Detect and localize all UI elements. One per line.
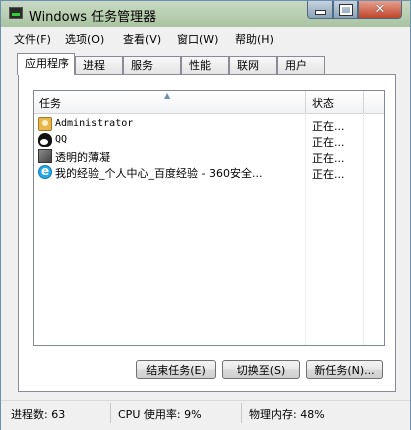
applications-panel: ▲ 任务 状态 Administrator 正在... QQ 正在... 透明的… (18, 74, 396, 392)
column-divider[interactable] (363, 91, 364, 113)
new-task-button[interactable]: 新任务(N)... (306, 360, 383, 379)
maximize-button[interactable] (333, 1, 358, 19)
list-header: ▲ 任务 状态 (34, 91, 384, 114)
tab-users[interactable]: 用户 (277, 56, 325, 74)
tab-services[interactable]: 服务 (123, 56, 181, 74)
user-folder-icon (38, 117, 52, 131)
task-status: 正在... (312, 168, 345, 181)
column-header-status[interactable]: 状态 (312, 95, 334, 111)
task-manager-icon (9, 7, 23, 19)
status-divider (110, 403, 111, 423)
task-name: Administrator (55, 118, 134, 129)
menu-bar: 文件(F) 选项(O) 查看(V) 窗口(W) 帮助(H) (2, 28, 407, 48)
window-title: Windows 任务管理器 (29, 10, 157, 25)
tab-strip: 应用程序 进程 服务 性能 联网 用户 (1, 53, 410, 75)
task-name: 我的经验_个人中心_百度经验 - 360安全... (55, 167, 263, 180)
table-row[interactable]: 透明的薄凝 正在... (34, 148, 384, 165)
menu-options[interactable]: 选项(O) (65, 31, 104, 47)
tab-performance[interactable]: 性能 (181, 56, 229, 74)
task-manager-window: Windows 任务管理器 ✕ 文件(F) 选项(O) 查看(V) 窗口(W) … (0, 0, 411, 430)
maximize-icon (338, 3, 353, 16)
sort-ascending-icon: ▲ (164, 91, 171, 100)
table-row[interactable]: 我的经验_个人中心_百度经验 - 360安全... 正在... (34, 164, 384, 181)
tab-processes[interactable]: 进程 (75, 56, 123, 74)
photo-icon (38, 149, 52, 163)
minimize-button[interactable] (307, 1, 333, 19)
table-row[interactable]: Administrator 正在... (34, 116, 384, 133)
title-bar[interactable]: Windows 任务管理器 ✕ (1, 1, 410, 27)
close-button[interactable]: ✕ (358, 1, 402, 19)
tab-networking[interactable]: 联网 (229, 56, 277, 74)
browser-icon (38, 164, 52, 179)
process-count: 进程数: 63 (11, 408, 66, 421)
column-divider[interactable] (305, 91, 306, 113)
menu-view[interactable]: 查看(V) (123, 31, 161, 47)
task-name: 透明的薄凝 (55, 151, 110, 164)
task-list[interactable]: ▲ 任务 状态 Administrator 正在... QQ 正在... 透明的… (33, 90, 385, 346)
menu-window[interactable]: 窗口(W) (177, 31, 218, 47)
physical-memory: 物理内存: 48% (249, 408, 325, 421)
status-bar: 进程数: 63 CPU 使用率: 9% 物理内存: 48% (1, 400, 410, 430)
end-task-button[interactable]: 结束任务(E) (136, 360, 216, 379)
qq-penguin-icon (38, 133, 52, 147)
table-row[interactable]: QQ 正在... (34, 132, 384, 149)
task-name: QQ (55, 134, 68, 145)
status-divider (241, 403, 242, 423)
tab-applications[interactable]: 应用程序 (17, 53, 75, 75)
minimize-icon (314, 10, 326, 15)
switch-to-button[interactable]: 切换至(S) (222, 360, 300, 379)
menu-file[interactable]: 文件(F) (14, 31, 51, 47)
close-icon: ✕ (374, 2, 386, 17)
column-header-task[interactable]: 任务 (39, 95, 61, 111)
menu-help[interactable]: 帮助(H) (235, 31, 274, 47)
cpu-usage: CPU 使用率: 9% (118, 408, 202, 421)
